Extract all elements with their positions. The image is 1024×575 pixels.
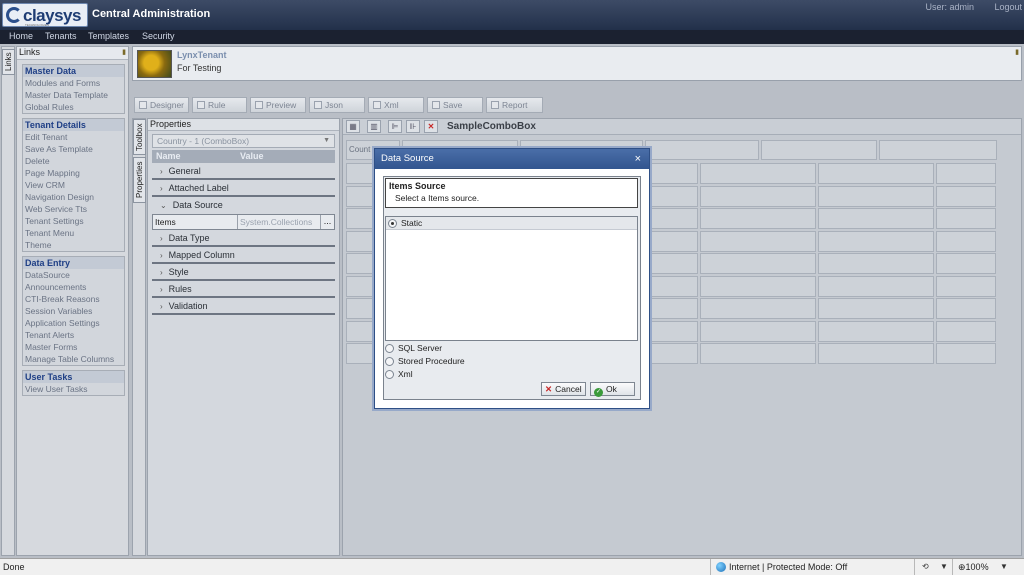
option-static[interactable]: Static <box>386 217 637 230</box>
separator <box>914 559 915 575</box>
option-label: SQL Server <box>398 343 443 353</box>
section-title: Items Source <box>389 181 446 191</box>
status-text: Done <box>3 562 25 572</box>
data-source-dialog: Data Source × Items Source Select a Item… <box>374 148 650 409</box>
cancel-label: Cancel <box>555 384 582 394</box>
globe-icon <box>716 562 726 572</box>
section-subtitle: Select a Items source. <box>395 193 480 203</box>
option-label: Xml <box>398 369 413 379</box>
radio-icon[interactable] <box>385 357 394 366</box>
zoom-icon: ⊕ <box>958 562 966 572</box>
option-label: Static <box>401 218 423 228</box>
chevron-down-icon[interactable]: ▼ <box>940 562 948 571</box>
ok-label: Ok <box>606 384 617 394</box>
separator <box>710 559 711 575</box>
items-source-section: Items Source Select a Items source. <box>385 178 638 208</box>
radio-icon[interactable] <box>385 370 394 379</box>
cancel-icon: ✕ <box>545 384 553 394</box>
protected-mode-icon[interactable]: ⟲ <box>922 562 929 571</box>
dialog-titlebar: Data Source × <box>375 149 649 169</box>
radio-selected-icon[interactable] <box>388 219 397 228</box>
zone-label: Internet | Protected Mode: Off <box>729 562 848 572</box>
security-zone[interactable]: Internet | Protected Mode: Off <box>716 562 847 572</box>
zoom-level[interactable]: ⊕100% <box>958 562 989 573</box>
zoom-value: 100% <box>965 562 989 572</box>
option-xml[interactable]: Xml <box>385 369 413 379</box>
option-label: Stored Procedure <box>398 356 465 366</box>
ok-button[interactable]: ✓ Ok <box>590 382 635 397</box>
browser-statusbar: Done Internet | Protected Mode: Off ⟲ ▼ … <box>0 558 1024 575</box>
separator <box>952 559 953 575</box>
chevron-down-icon[interactable]: ▼ <box>1000 562 1008 571</box>
radio-icon[interactable] <box>385 344 394 353</box>
static-items-list[interactable]: Static <box>385 216 638 341</box>
ok-check-icon: ✓ <box>594 388 603 397</box>
dialog-body: Items Source Select a Items source. Stat… <box>383 176 641 400</box>
cancel-button[interactable]: ✕ Cancel <box>541 382 586 396</box>
dialog-title: Data Source <box>381 153 434 164</box>
option-stored-procedure[interactable]: Stored Procedure <box>385 356 465 366</box>
close-icon[interactable]: × <box>635 149 641 169</box>
option-sql-server[interactable]: SQL Server <box>385 343 442 353</box>
